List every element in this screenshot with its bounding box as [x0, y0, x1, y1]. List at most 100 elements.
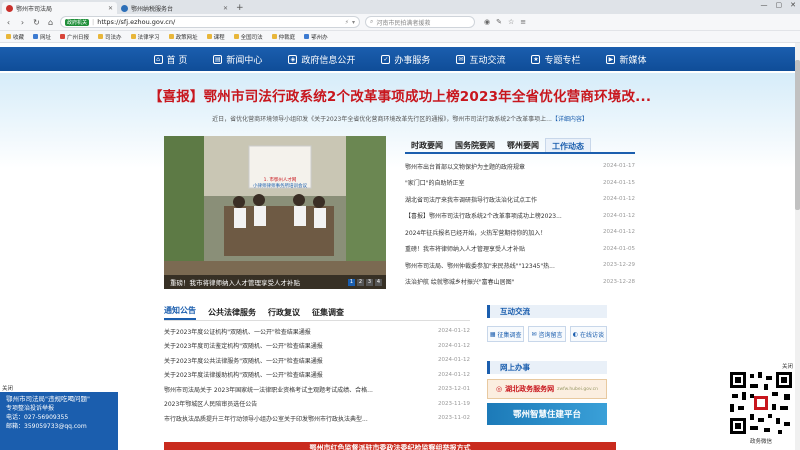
details-link[interactable]: 【详细内容】 [552, 116, 588, 123]
new-tab-button[interactable]: + [232, 2, 248, 14]
close-window-button[interactable]: ✕ [790, 1, 796, 9]
dropdown-icon[interactable]: ▾ [352, 19, 355, 26]
list-item[interactable]: 关于2023年度公共法律服务"双随机、一公开"检查结果通报 2024-01-12 [164, 353, 470, 368]
consult-button[interactable]: ✉ 咨询留言 [528, 326, 566, 342]
headline-summary: 近日，省优化营商环境领导小组印发《关于2023年全省优化营商环境改革先行区的通报… [0, 114, 800, 123]
news-title[interactable]: 鄂州市出台首部以文物保护为主题的政府规章 [405, 162, 580, 171]
news-title[interactable]: 湖北省司法厅来我市调研指导行政法治化试点工作 [405, 195, 580, 204]
minimize-button[interactable]: — [761, 1, 768, 9]
nav-home[interactable]: ⌂ 首 页 [153, 53, 187, 66]
bottom-announcement-banner[interactable]: 鄂州市红色监督派驻市委政法委纪检监察组举报方式 [164, 442, 616, 450]
bookmark-item[interactable]: 法律学习 [130, 33, 160, 41]
list-item[interactable]: 关于2023年度公证机构"双随机、一公开"检查结果通报 2024-01-12 [164, 324, 470, 339]
float-close-button[interactable]: 关闭 [2, 384, 13, 392]
qr-close-button[interactable]: 关闭 [782, 362, 793, 370]
list-item[interactable]: 鄂州市出台首部以文物保护为主题的政府规章 2024-01-17 [405, 158, 635, 175]
browser-tab-active[interactable]: 鄂州市司法局 ✕ [2, 2, 117, 14]
list-item[interactable]: 2023年鄂城区人民陪审员选任公告 2023-11-19 [164, 397, 470, 412]
bookmark-item[interactable]: 鄂州办 [304, 33, 328, 41]
caption-text[interactable]: 重磅！我市将律师纳入人才管理享受人才补贴 [170, 277, 345, 287]
notice-title[interactable]: 市行政执法品质提升三年行动领导小组办公室关于印发鄂州市行政执法典型... [164, 414, 419, 423]
maximize-button[interactable]: ▢ [776, 1, 783, 9]
bookmark-item[interactable]: 全国司法 [233, 33, 263, 41]
news-title[interactable]: 法治护航 绘就鄂城乡村振兴"富春山居图" [405, 277, 580, 286]
list-item[interactable]: 【喜报】鄂州市司法行政系统2个改革事项成功上榜2023... 2024-01-12 [405, 208, 635, 225]
list-item[interactable]: 湖北省司法厅来我市调研指导行政法治化试点工作 2024-01-12 [405, 191, 635, 208]
tab-strip: 鄂州市司法局 ✕ 鄂州纳税服务台 ✕ + — ▢ ✕ [0, 0, 800, 14]
survey-button[interactable]: ▦ 征集调查 [487, 326, 525, 342]
tab-politics-news[interactable]: 时政要闻 [405, 138, 449, 152]
notice-title[interactable]: 关于2023年度公证机构"双随机、一公开"检查结果通报 [164, 327, 419, 336]
carousel-page-1[interactable]: 1 [348, 278, 355, 286]
notice-title[interactable]: 2023年鄂城区人民陪审员选任公告 [164, 399, 419, 408]
bookmark-item[interactable]: 广州日报 [60, 33, 89, 41]
nav-new-media[interactable]: ▶ 新媒体 [606, 53, 646, 66]
bookmark-item[interactable]: 司法办 [98, 33, 122, 41]
nav-label: 专题专栏 [544, 55, 581, 66]
bookmark-item[interactable]: 收藏 [6, 33, 24, 41]
nav-news[interactable]: ▤ 新闻中心 [213, 53, 262, 66]
tab-state-council-news[interactable]: 国务院要闻 [449, 138, 501, 152]
tab-work-updates[interactable]: 工作动态 [545, 138, 591, 152]
bookmark-label: 网址 [40, 34, 52, 41]
tab-survey[interactable]: 征集调查 [312, 307, 344, 320]
home-icon[interactable]: ⌂ [46, 18, 55, 27]
notice-title[interactable]: 关于2023年度司法鉴定机构"双随机、一公开"检查结果通报 [164, 341, 419, 350]
list-item[interactable]: "家门口"的自助矫正室 2024-01-15 [405, 175, 635, 192]
list-item[interactable]: 关于2023年度司法鉴定机构"双随机、一公开"检查结果通报 2024-01-12 [164, 339, 470, 354]
carousel-page-4[interactable]: 4 [375, 278, 382, 286]
list-item[interactable]: 法治护航 绘就鄂城乡村振兴"富春山居图" 2023-12-28 [405, 274, 635, 291]
list-item[interactable]: 2024年征兵报名已经开始，火热军营期待你的加入！ 2024-01-12 [405, 224, 635, 241]
complaint-float-box[interactable]: 鄂州市司法局"违规吃喝问题" 专项整治投诉举报 电话：027-56909355 … [0, 392, 118, 450]
close-tab-icon[interactable]: ✕ [223, 5, 228, 12]
tab-admin-review[interactable]: 行政复议 [268, 307, 300, 320]
tab-label: 鄂州纳税服务台 [131, 5, 174, 13]
news-title[interactable]: 鄂州市司法局、鄂州仲裁委参加"来民热线""12345"热... [405, 261, 580, 270]
bookmark-item[interactable]: 网址 [33, 33, 51, 41]
bookmark-item[interactable]: 课程 [206, 33, 225, 41]
bookmark-item[interactable]: 仲裁庭 [271, 33, 295, 41]
news-title[interactable]: 【喜报】鄂州市司法行政系统2个改革事项成功上榜2023... [405, 211, 580, 220]
reload-icon[interactable]: ↻ [32, 18, 41, 27]
news-title[interactable]: 2024年征兵报名已经开始，火热军营期待你的加入！ [405, 228, 580, 237]
news-title[interactable]: "家门口"的自助矫正室 [405, 178, 580, 187]
menu-icon[interactable]: ≡ [520, 18, 526, 26]
star-icon[interactable]: ☆ [508, 18, 514, 26]
search-field[interactable]: ⌕ 河南市民拍满者援救 [365, 16, 475, 28]
screen-line-2: 小律师律师事务所培训会议 [253, 184, 307, 189]
flash-icon[interactable]: ⚡ [345, 19, 349, 26]
carousel-page-2[interactable]: 2 [357, 278, 364, 286]
headline-link[interactable]: 【喜报】鄂州市司法行政系统2个改革事项成功上榜2023年全省优化营商环境改... [0, 85, 800, 105]
interview-button[interactable]: ◐ 在线访谈 [569, 326, 607, 342]
smart-housing-link[interactable]: 鄂州智慧住建平台 [487, 403, 607, 425]
translate-icon[interactable]: ✎ [496, 18, 502, 26]
nav-info-disclosure[interactable]: ◈ 政府信息公开 [288, 53, 355, 66]
weibo-icon[interactable]: ◉ [484, 18, 490, 26]
tab-notices[interactable]: 通知公告 [164, 305, 196, 320]
list-item[interactable]: 鄂州市司法局关于 2023年国家统一法律职业资格考试主观题考试成绩、合格... 2… [164, 382, 470, 397]
tab-legal-services[interactable]: 公共法律服务 [208, 307, 256, 320]
notice-title[interactable]: 关于2023年度公共法律服务"双随机、一公开"检查结果通报 [164, 356, 419, 365]
forward-icon[interactable]: › [18, 18, 27, 27]
browser-tab[interactable]: 鄂州纳税服务台 ✕ [117, 2, 232, 14]
carousel-page-3[interactable]: 3 [366, 278, 373, 286]
nav-interact[interactable]: ✉ 互动交流 [456, 53, 505, 66]
list-item[interactable]: 重磅！我市将律师纳入人才管理享受人才补贴 2024-01-05 [405, 241, 635, 258]
notice-title[interactable]: 鄂州市司法局关于 2023年国家统一法律职业资格考试主观题考试成绩、合格... [164, 385, 419, 394]
list-item[interactable]: 市行政执法品质提升三年行动领导小组办公室关于印发鄂州市行政执法典型... 2023… [164, 411, 470, 426]
nav-topics[interactable]: ★ 专题专栏 [531, 53, 580, 66]
close-tab-icon[interactable]: ✕ [108, 5, 113, 12]
list-item[interactable]: 鄂州市司法局、鄂州仲裁委参加"来民热线""12345"热... 2023-12-2… [405, 257, 635, 274]
back-icon[interactable]: ‹ [4, 18, 13, 27]
bookmark-item[interactable]: 政策网址 [168, 33, 198, 41]
nav-services[interactable]: ✓ 办事服务 [381, 53, 430, 66]
site-favicon-icon [6, 4, 13, 12]
news-title[interactable]: 重磅！我市将律师纳入人才管理享受人才补贴 [405, 244, 580, 253]
list-item[interactable]: 关于2023年度法律援助机构"双随机、一公开"检查结果通报 2024-01-12 [164, 368, 470, 383]
tab-ezhou-news[interactable]: 鄂州要闻 [501, 138, 545, 152]
notice-title[interactable]: 关于2023年度法律援助机构"双随机、一公开"检查结果通报 [164, 370, 419, 379]
photo-carousel[interactable]: 1. 市鄂州人才网 小律师律师事务所培训会议 重磅！我市将律师纳入人才管理享受人… [164, 136, 386, 289]
scrollbar-thumb[interactable] [795, 60, 800, 210]
url-field[interactable]: 政府机关 | https://sfj.ezhou.gov.cn/ ⚡ ▾ [60, 16, 360, 28]
hubei-gov-service-link[interactable]: ◎ 湖北政务服务网 zwfw.hubei.gov.cn [487, 379, 607, 399]
